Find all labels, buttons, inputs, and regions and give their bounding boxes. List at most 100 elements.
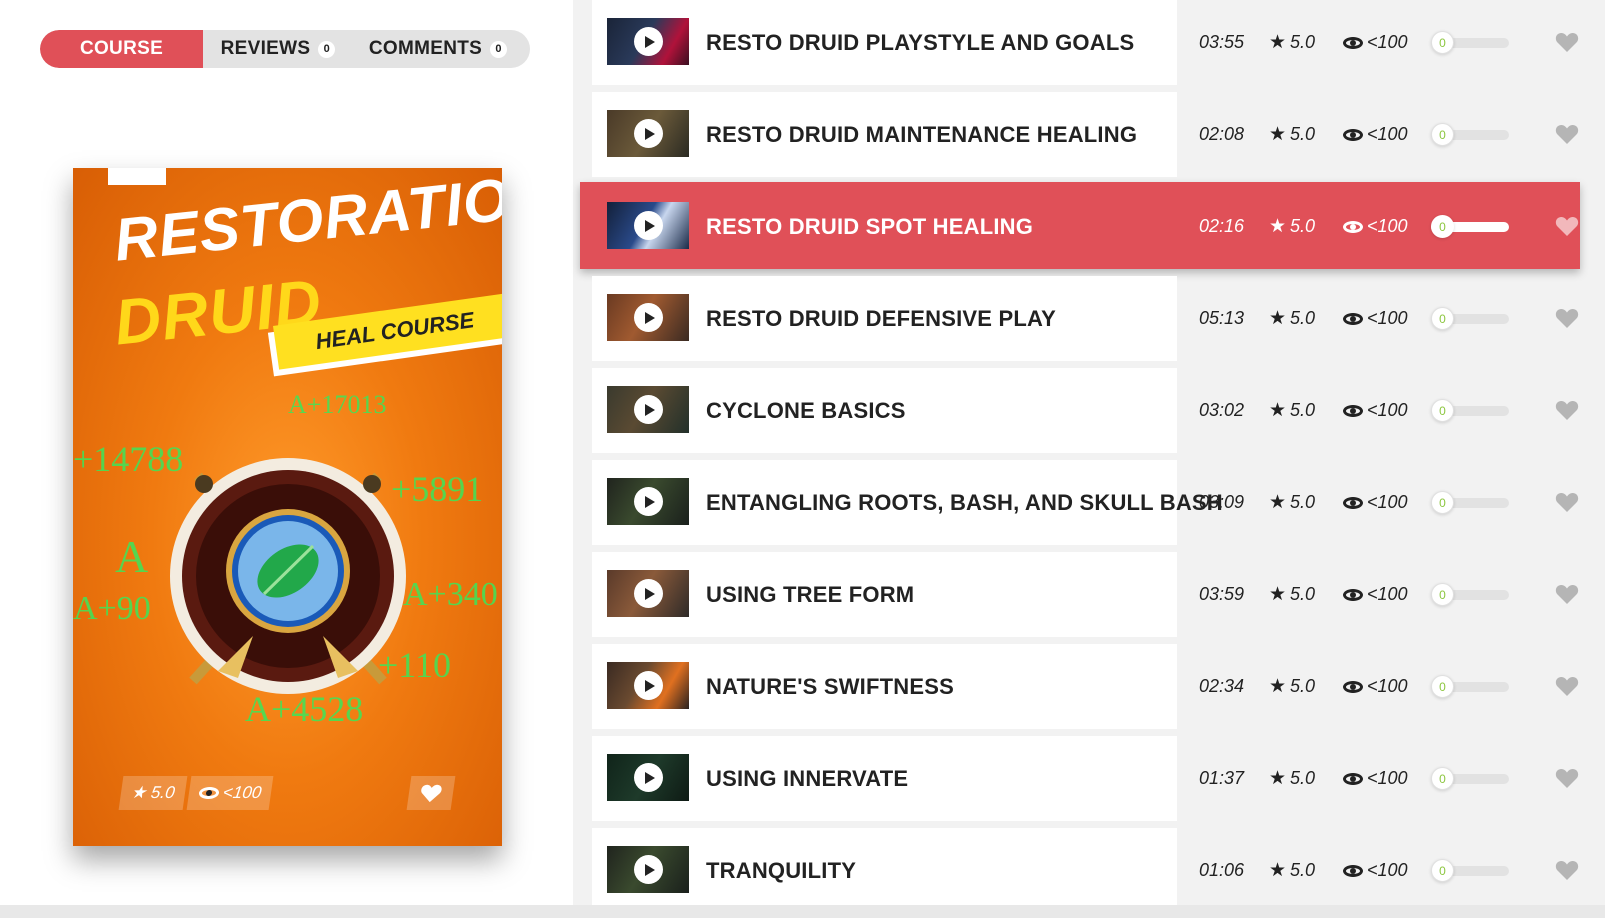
- heart-icon[interactable]: [1555, 214, 1579, 238]
- progress-knob[interactable]: 0: [1431, 31, 1454, 54]
- heart-icon[interactable]: [1555, 30, 1579, 54]
- lesson-views-value: <100: [1367, 584, 1408, 604]
- lesson-progress[interactable]: 0: [1431, 675, 1509, 698]
- progress-knob[interactable]: 0: [1431, 859, 1454, 882]
- lesson-progress[interactable]: 0: [1431, 399, 1509, 422]
- tab-comments[interactable]: COMMENTS 0: [353, 30, 523, 68]
- heart-icon[interactable]: [1555, 582, 1579, 606]
- progress-knob[interactable]: 0: [1431, 215, 1454, 238]
- play-icon: [645, 771, 655, 784]
- lesson-views-value: <100: [1367, 400, 1408, 420]
- star-icon: ★: [1269, 492, 1287, 513]
- lesson-row[interactable]: CYCLONE BASICS 03:02 ★ 5.0 <100 0: [592, 368, 1600, 453]
- lesson-title-box: CYCLONE BASICS: [592, 368, 1177, 453]
- play-icon: [645, 863, 655, 876]
- lesson-progress[interactable]: 0: [1431, 583, 1509, 606]
- lesson-title[interactable]: TRANQUILITY: [706, 828, 856, 913]
- poster-views: <100: [186, 776, 274, 810]
- progress-knob[interactable]: 0: [1431, 123, 1454, 146]
- poster-band-label: HEAL COURSE: [313, 307, 476, 355]
- lesson-thumbnail[interactable]: [607, 846, 689, 893]
- lesson-views-value: <100: [1367, 768, 1408, 788]
- lesson-title[interactable]: NATURE'S SWIFTNESS: [706, 644, 954, 729]
- heart-icon[interactable]: [1555, 398, 1579, 422]
- lesson-title[interactable]: CYCLONE BASICS: [706, 368, 906, 453]
- lesson-title[interactable]: USING INNERVATE: [706, 736, 908, 821]
- lesson-progress[interactable]: 0: [1431, 767, 1509, 790]
- lesson-row[interactable]: RESTO DRUID MAINTENANCE HEALING 02:08 ★ …: [592, 92, 1600, 177]
- lesson-row[interactable]: USING INNERVATE 01:37 ★ 5.0 <100 0: [592, 736, 1600, 821]
- play-button[interactable]: [634, 763, 663, 792]
- poster-tab-marker: [108, 168, 166, 185]
- heart-icon[interactable]: [1555, 122, 1579, 146]
- tab-course[interactable]: COURSE: [40, 30, 203, 68]
- lesson-row[interactable]: RESTO DRUID SPOT HEALING 02:16 ★ 5.0 <10…: [592, 184, 1600, 269]
- lesson-thumbnail[interactable]: [607, 294, 689, 341]
- lesson-row[interactable]: RESTO DRUID PLAYSTYLE AND GOALS 03:55 ★ …: [592, 0, 1600, 85]
- lesson-title[interactable]: ENTANGLING ROOTS, BASH, AND SKULL BASH: [706, 460, 1223, 545]
- play-button[interactable]: [634, 487, 663, 516]
- lesson-progress[interactable]: 0: [1431, 123, 1509, 146]
- progress-knob[interactable]: 0: [1431, 491, 1454, 514]
- lesson-row[interactable]: USING TREE FORM 03:59 ★ 5.0 <100 0: [592, 552, 1600, 637]
- lesson-row[interactable]: RESTO DRUID DEFENSIVE PLAY 05:13 ★ 5.0 <…: [592, 276, 1600, 361]
- eye-icon: [1343, 220, 1363, 233]
- lesson-title[interactable]: RESTO DRUID PLAYSTYLE AND GOALS: [706, 0, 1134, 85]
- star-icon: ★: [1269, 216, 1287, 237]
- tab-comments-label: COMMENTS: [368, 38, 483, 59]
- lesson-thumbnail[interactable]: [607, 386, 689, 433]
- heart-icon[interactable]: [1555, 858, 1579, 882]
- play-button[interactable]: [634, 27, 663, 56]
- lesson-progress[interactable]: 0: [1431, 307, 1509, 330]
- lesson-title[interactable]: RESTO DRUID MAINTENANCE HEALING: [706, 92, 1137, 177]
- progress-knob[interactable]: 0: [1431, 583, 1454, 606]
- lesson-row[interactable]: NATURE'S SWIFTNESS 02:34 ★ 5.0 <100 0: [592, 644, 1600, 729]
- play-button[interactable]: [634, 119, 663, 148]
- lesson-views-value: <100: [1367, 124, 1408, 144]
- lesson-progress[interactable]: 0: [1431, 215, 1509, 238]
- lesson-meta: 03:09 ★ 5.0 <100 0: [1177, 460, 1600, 545]
- eye-icon: [1343, 404, 1363, 417]
- course-tabs: COURSE REVIEWS 0 COMMENTS 0: [40, 30, 530, 68]
- lesson-progress[interactable]: 0: [1431, 31, 1509, 54]
- lesson-progress[interactable]: 0: [1431, 491, 1509, 514]
- play-button[interactable]: [634, 855, 663, 884]
- star-icon: ★: [1269, 860, 1287, 881]
- poster-views-value: <100: [221, 783, 263, 802]
- lesson-thumbnail[interactable]: [607, 202, 689, 249]
- heart-icon[interactable]: [1555, 674, 1579, 698]
- tab-reviews[interactable]: REVIEWS 0: [203, 30, 353, 68]
- lesson-thumbnail[interactable]: [607, 662, 689, 709]
- progress-knob[interactable]: 0: [1431, 307, 1454, 330]
- lesson-row[interactable]: ENTANGLING ROOTS, BASH, AND SKULL BASH 0…: [592, 460, 1600, 545]
- lesson-duration: 01:37: [1199, 768, 1245, 788]
- heart-icon[interactable]: [1555, 766, 1579, 790]
- progress-knob[interactable]: 0: [1431, 767, 1454, 790]
- play-button[interactable]: [634, 579, 663, 608]
- play-button[interactable]: [634, 671, 663, 700]
- play-button[interactable]: [634, 211, 663, 240]
- play-button[interactable]: [634, 303, 663, 332]
- heart-icon[interactable]: [1555, 306, 1579, 330]
- lesson-thumbnail[interactable]: [607, 478, 689, 525]
- lesson-thumbnail[interactable]: [607, 110, 689, 157]
- lesson-views-value: <100: [1367, 860, 1408, 880]
- course-poster[interactable]: A+17013 +14788 +5891 A A+90 A+340 +110 A…: [73, 168, 502, 846]
- lesson-title[interactable]: USING TREE FORM: [706, 552, 914, 637]
- progress-knob[interactable]: 0: [1431, 399, 1454, 422]
- lesson-thumbnail[interactable]: [607, 570, 689, 617]
- lesson-title[interactable]: RESTO DRUID DEFENSIVE PLAY: [706, 276, 1056, 361]
- eye-icon: [1343, 312, 1363, 325]
- play-button[interactable]: [634, 395, 663, 424]
- eye-icon: [197, 787, 220, 799]
- lesson-thumbnail[interactable]: [607, 18, 689, 65]
- lesson-progress[interactable]: 0: [1431, 859, 1509, 882]
- progress-knob[interactable]: 0: [1431, 675, 1454, 698]
- lesson-row[interactable]: TRANQUILITY 01:06 ★ 5.0 <100 0: [592, 828, 1600, 913]
- heart-icon[interactable]: [1555, 490, 1579, 514]
- lesson-thumbnail[interactable]: [607, 754, 689, 801]
- poster-favorite-button[interactable]: [406, 776, 456, 810]
- lesson-title[interactable]: RESTO DRUID SPOT HEALING: [706, 184, 1033, 269]
- eye-icon: [1343, 128, 1363, 141]
- lesson-title-box: RESTO DRUID PLAYSTYLE AND GOALS: [592, 0, 1177, 85]
